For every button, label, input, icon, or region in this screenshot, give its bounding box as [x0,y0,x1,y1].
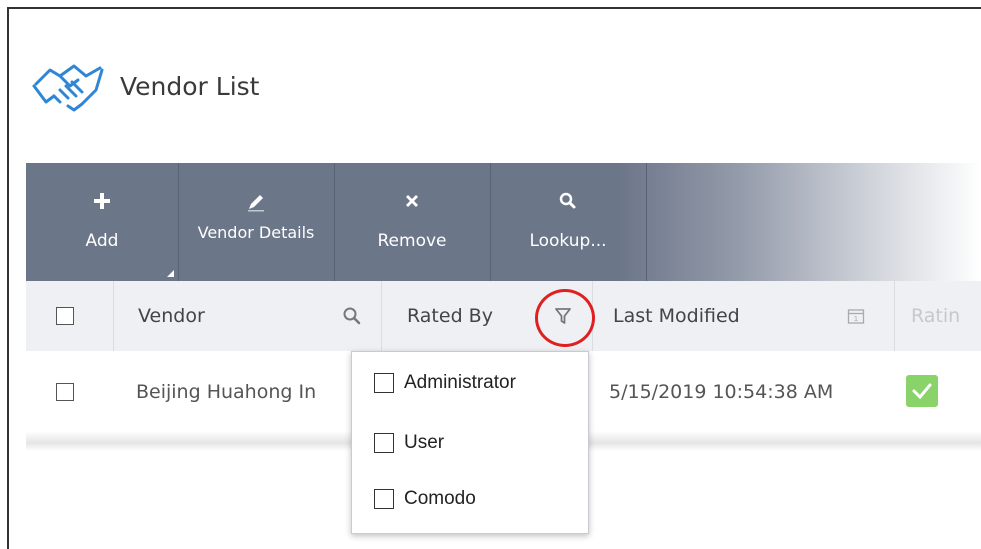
remove-label: Remove [377,231,447,251]
search-icon [490,191,646,213]
filter-checkbox[interactable] [374,373,394,393]
page-header: Vendor List [30,56,259,116]
svg-text:1: 1 [854,315,858,323]
filter-highlight-circle [535,289,595,347]
vendor-column-header[interactable]: Vendor [138,281,205,351]
rating-check-icon [906,375,938,407]
filter-option-user[interactable]: User [374,432,444,454]
grid-header: Vendor Rated By Last Modified 1 Ratin [26,281,981,352]
rating-column-header[interactable]: Ratin [911,281,960,351]
remove-button[interactable]: Remove [334,163,491,281]
row-checkbox[interactable] [56,383,74,401]
page-title: Vendor List [120,71,260,101]
filter-option-administrator[interactable]: Administrator [374,372,516,394]
rated-by-filter-menu: Administrator User Comodo [351,351,589,534]
select-all-checkbox[interactable] [56,307,74,325]
vendor-details-button[interactable]: Vendor Details [178,163,335,281]
column-divider [381,281,382,351]
filter-checkbox[interactable] [374,489,394,509]
pencil-icon [178,191,334,213]
vendor-details-label: Vendor Details [197,223,315,242]
close-icon [334,191,490,213]
filter-option-label: User [404,432,445,453]
vendor-search-icon[interactable] [342,281,362,351]
handshake-icon [32,64,104,112]
calendar-icon[interactable]: 1 [847,281,865,351]
add-label: Add [85,231,119,251]
filter-option-label: Administrator [404,372,516,393]
lookup-button[interactable]: Lookup... [490,163,647,281]
filter-checkbox[interactable] [374,433,394,453]
add-button[interactable]: Add [26,163,179,281]
filter-option-label: Comodo [404,488,476,509]
column-divider [113,281,114,351]
column-divider [894,281,895,351]
select-all-checkbox-cell [56,281,74,351]
last-modified-column-header[interactable]: Last Modified [613,281,740,351]
dropdown-corner-icon [167,270,174,277]
filter-option-comodo[interactable]: Comodo [374,488,476,510]
rated-by-column-header[interactable]: Rated By [407,281,493,351]
toolbar: Add Vendor Details Remove Lookup... [26,163,981,281]
plus-icon [26,191,178,213]
last-modified-cell: 5/15/2019 10:54:38 AM [609,381,834,403]
row-checkbox-cell [56,383,74,401]
vendor-cell: Beijing Huahong In [136,381,317,403]
lookup-label: Lookup... [529,231,607,251]
